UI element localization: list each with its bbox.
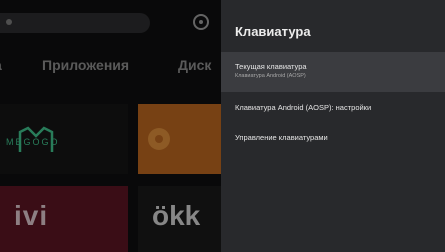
item-subtitle: Клавиатура Android (AOSP): [235, 73, 306, 79]
aosp-keyboard-settings-item[interactable]: Клавиатура Android (AOSP): настройки: [221, 94, 445, 122]
item-label: Управление клавиатурами: [235, 133, 328, 142]
manage-keyboards-item[interactable]: Управление клавиатурами: [221, 124, 445, 152]
keyboard-settings-panel: Клавиатура Текущая клавиатура Клавиатура…: [221, 0, 445, 252]
panel-title: Клавиатура: [235, 24, 311, 39]
item-label: Клавиатура Android (AOSP): настройки: [235, 103, 372, 112]
current-keyboard-item[interactable]: Текущая клавиатура Клавиатура Android (A…: [221, 52, 445, 92]
item-label: Текущая клавиатура: [235, 62, 307, 71]
